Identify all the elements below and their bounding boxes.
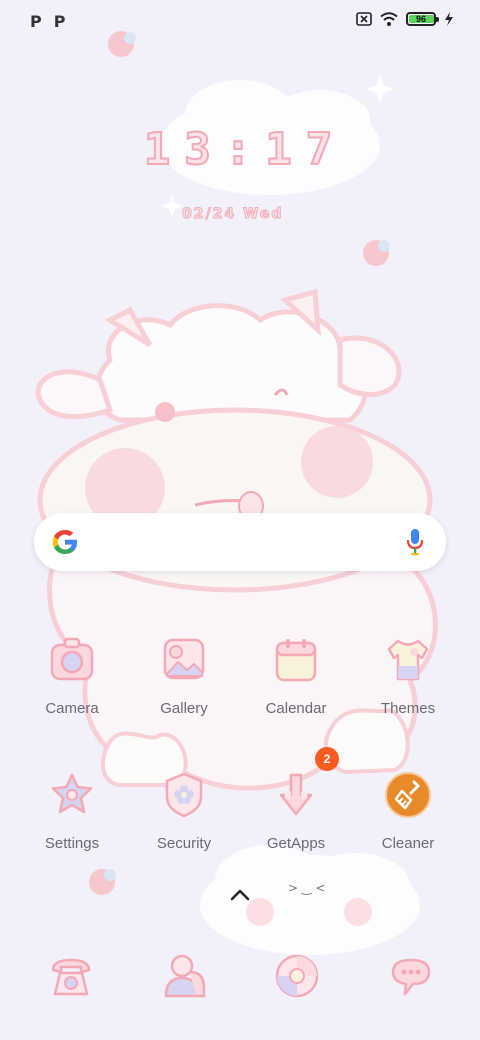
google-search-bar[interactable] (34, 513, 446, 571)
notification-badge: 2 (315, 747, 339, 771)
wifi-icon (380, 12, 398, 26)
phone-icon[interactable] (47, 952, 95, 1000)
app-calendar[interactable]: Calendar (241, 632, 351, 742)
app-label: Security (156, 835, 212, 852)
app-label: Gallery (160, 700, 208, 717)
app-security[interactable]: Security (129, 767, 239, 877)
contacts-icon[interactable] (160, 952, 208, 1000)
app-getapps[interactable]: GetApps (241, 767, 351, 877)
battery-level: 96 (415, 14, 426, 24)
notification-p-icon: P (53, 12, 66, 31)
app-cleaner[interactable]: Cleaner (353, 767, 463, 877)
app-label: GetApps (266, 835, 326, 852)
tshirt-icon (387, 639, 429, 681)
app-label: Themes (380, 700, 436, 717)
microphone-icon[interactable] (406, 528, 424, 556)
app-drawer-chevron-up-icon[interactable] (229, 888, 251, 902)
app-label: Settings (44, 835, 100, 852)
camera-icon (50, 637, 94, 681)
app-gallery[interactable]: Gallery (129, 632, 239, 742)
clock-date[interactable]: 02/24 Wed (182, 206, 312, 223)
notification-p-icon: P (30, 12, 42, 31)
sim-off-icon (356, 12, 372, 26)
messages-icon[interactable] (387, 952, 435, 1000)
star-gear-icon (51, 773, 93, 814)
charging-bolt-icon (445, 12, 453, 26)
status-right-icons: 96 (356, 12, 454, 26)
broom-icon (385, 772, 431, 818)
app-label: Cleaner (381, 835, 435, 852)
status-left-icons: P P (30, 12, 65, 31)
app-settings[interactable]: Settings (17, 767, 127, 877)
app-themes[interactable]: Themes (353, 632, 463, 742)
gallery-icon (163, 638, 205, 680)
calendar-icon (275, 639, 317, 682)
clock-time[interactable]: 13:17 (130, 123, 360, 176)
app-label: Calendar (265, 700, 327, 717)
google-logo-icon (52, 529, 77, 554)
status-bar: P P 96 (0, 0, 480, 44)
app-label: Camera (45, 700, 99, 717)
app-camera[interactable]: Camera (17, 632, 127, 742)
download-arrow-icon (279, 773, 313, 816)
battery-icon: 96 (406, 12, 439, 26)
browser-icon[interactable] (273, 952, 321, 1000)
shield-flower-icon (165, 772, 203, 818)
svg-text:> ‿ <: > ‿ < (288, 881, 325, 895)
